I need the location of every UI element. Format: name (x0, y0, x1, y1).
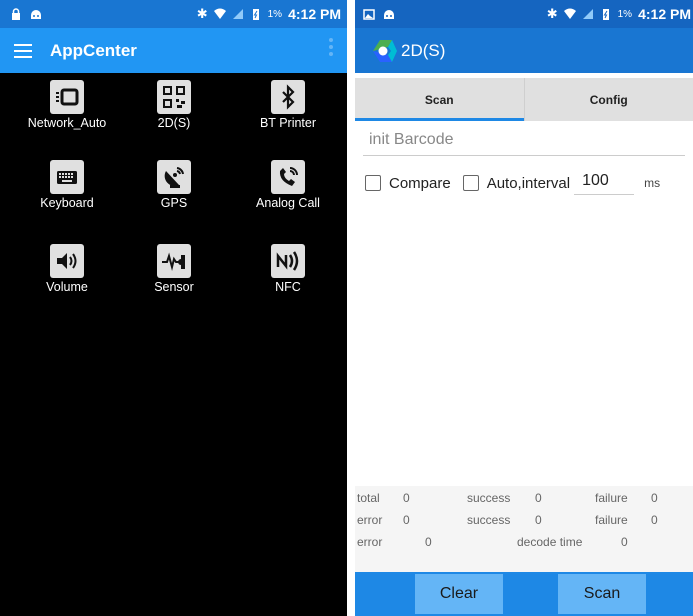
auto-interval-checkbox[interactable] (462, 175, 479, 191)
signal-icon (232, 9, 243, 19)
phone-call-icon (271, 160, 305, 194)
clear-button[interactable]: Clear (415, 574, 503, 614)
app-gps[interactable]: GPS (119, 160, 229, 210)
battery-percent: 1% (267, 8, 283, 20)
app-label: Keyboard (40, 196, 94, 210)
stat-success-value: 0 (535, 491, 542, 505)
wifi-icon (213, 8, 226, 19)
menu-icon[interactable] (14, 43, 32, 58)
app-center-screen: ✱ 1% 4:12 PM AppCenter Network_Auto 2D(S… (0, 0, 347, 616)
app-analog-call[interactable]: Analog Call (233, 160, 343, 210)
bluetooth-icon: ✱ (546, 6, 558, 21)
app-2d-s[interactable]: 2D(S) (119, 80, 229, 130)
battery-charging-icon (252, 9, 259, 20)
stat-error-label: error (357, 513, 383, 527)
app-label: Sensor (154, 280, 194, 294)
lock-icon (12, 8, 20, 20)
app-title: AppCenter (50, 40, 137, 60)
stat-decode-time-value: 0 (621, 535, 628, 549)
volume-icon (50, 244, 84, 278)
bluetooth-icon: ✱ (196, 6, 208, 21)
scanner-screen: ✱ 1% 4:12 PM 2D(S) Scan Config init Barc… (355, 0, 693, 616)
stat-failure2-label: failure (595, 513, 628, 527)
status-bar: ✱ 1% 4:12 PM (0, 0, 347, 28)
app-network-auto[interactable]: Network_Auto (12, 80, 122, 130)
wifi-icon (563, 8, 576, 19)
clock: 4:12 PM (288, 6, 341, 22)
android-icon (384, 10, 394, 19)
stat-error-value: 0 (403, 513, 410, 527)
app-logo-icon (373, 39, 397, 62)
app-sensor[interactable]: Sensor (119, 244, 229, 294)
stat-error2-label: error (357, 535, 383, 549)
nfc-icon (271, 244, 305, 278)
tab-bar: Scan Config (355, 78, 693, 121)
sensor-icon (157, 244, 191, 278)
overflow-menu-icon[interactable] (329, 38, 335, 56)
app-label: 2D(S) (157, 116, 191, 130)
tab-config[interactable]: Config (523, 78, 693, 121)
statistics-panel: total 0 success 0 failure 0 error 0 succ… (355, 486, 693, 572)
stat-total-label: total (357, 491, 380, 505)
battery-percent: 1% (617, 8, 633, 20)
compare-checkbox[interactable] (365, 175, 381, 191)
image-icon (363, 9, 375, 20)
interval-unit: ms (644, 176, 661, 190)
tab-scan[interactable]: Scan (355, 78, 524, 121)
bottom-action-bar: Clear Scan (355, 572, 693, 616)
app-label: NFC (275, 280, 301, 294)
scan-button[interactable]: Scan (558, 574, 646, 614)
app-label: Network_Auto (27, 116, 107, 130)
app-bar: AppCenter (0, 28, 347, 73)
barcode-result-field[interactable]: init Barcode (363, 126, 685, 156)
app-nfc[interactable]: NFC (233, 244, 343, 294)
stat-failure-label: failure (595, 491, 628, 505)
options-row: Compare Auto,interval 100 ms (365, 170, 660, 196)
network-icon (50, 80, 84, 114)
auto-interval-label: Auto,interval (486, 174, 571, 192)
stat-total-value: 0 (403, 491, 410, 505)
status-bar: ✱ 1% 4:12 PM (355, 0, 693, 28)
app-label: BT Printer (259, 116, 317, 130)
stat-success2-value: 0 (535, 513, 542, 527)
app-bar: 2D(S) (355, 28, 693, 73)
stat-decode-time-label: decode time (517, 535, 583, 549)
keyboard-icon (50, 160, 84, 194)
qr-code-icon (157, 80, 191, 114)
satellite-icon (157, 160, 191, 194)
app-label: GPS (160, 196, 188, 210)
stat-success-label: success (467, 491, 511, 505)
signal-icon (582, 9, 593, 19)
stat-success2-label: success (467, 513, 511, 527)
bluetooth-icon (271, 80, 305, 114)
interval-input[interactable]: 100 (574, 172, 635, 195)
app-volume[interactable]: Volume (12, 244, 122, 294)
app-keyboard[interactable]: Keyboard (12, 160, 122, 210)
battery-charging-icon (602, 9, 609, 20)
stat-error2-value: 0 (425, 535, 432, 549)
compare-label: Compare (389, 174, 451, 192)
app-title: 2D(S) (401, 40, 446, 60)
android-icon (31, 10, 41, 19)
app-label: Volume (46, 280, 88, 294)
app-bt-printer[interactable]: BT Printer (233, 80, 343, 130)
clock: 4:12 PM (638, 6, 691, 22)
stat-failure-value: 0 (651, 491, 658, 505)
app-label: Analog Call (256, 196, 320, 210)
stat-failure2-value: 0 (651, 513, 658, 527)
